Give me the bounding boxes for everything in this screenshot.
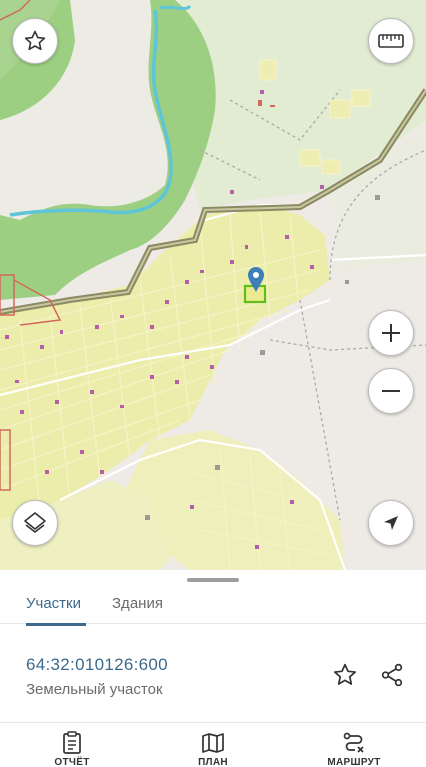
map-canvas[interactable] <box>0 0 426 570</box>
tab-parcels[interactable]: Участки <box>26 590 81 624</box>
map-plan-icon <box>202 733 224 753</box>
parcel-cadastral-number[interactable]: 64:32:010126:600 <box>26 655 168 675</box>
navigation-arrow-icon <box>384 516 398 530</box>
minus-icon <box>382 390 400 392</box>
nav-route[interactable]: МАРШРУТ <box>314 731 394 767</box>
parcel-type: Земельный участок <box>26 681 163 698</box>
share-icon <box>381 663 403 687</box>
favorite-parcel-button[interactable] <box>328 658 362 692</box>
zoom-in-button[interactable] <box>368 310 414 356</box>
ruler-icon <box>378 34 404 48</box>
layers-icon <box>24 512 46 533</box>
map-view[interactable] <box>0 0 426 570</box>
layers-button[interactable] <box>12 500 58 546</box>
nav-plan-label: ПЛАН <box>198 757 228 767</box>
nav-plan[interactable]: ПЛАН <box>173 731 253 767</box>
bottom-navigation: ОТЧЁТ ПЛАН МАРШРУТ <box>0 722 426 767</box>
report-icon <box>63 731 81 754</box>
star-icon <box>24 30 46 51</box>
nav-route-label: МАРШРУТ <box>327 757 381 767</box>
tab-buildings[interactable]: Здания <box>112 590 163 624</box>
nav-report-label: ОТЧЁТ <box>54 757 90 767</box>
star-icon <box>333 663 357 685</box>
plus-icon <box>382 324 400 342</box>
sheet-drag-handle[interactable] <box>187 578 239 582</box>
tab-bar: Участки Здания <box>0 584 426 626</box>
favorite-button[interactable] <box>12 18 58 64</box>
share-button[interactable] <box>375 658 409 692</box>
my-location-button[interactable] <box>368 500 414 546</box>
zoom-out-button[interactable] <box>368 368 414 414</box>
route-icon <box>343 732 364 753</box>
active-tab-indicator <box>26 623 86 626</box>
nav-report[interactable]: ОТЧЁТ <box>32 731 112 767</box>
bottom-sheet: Участки Здания 64:32:010126:600 Земельны… <box>0 570 426 767</box>
ruler-button[interactable] <box>368 18 414 64</box>
